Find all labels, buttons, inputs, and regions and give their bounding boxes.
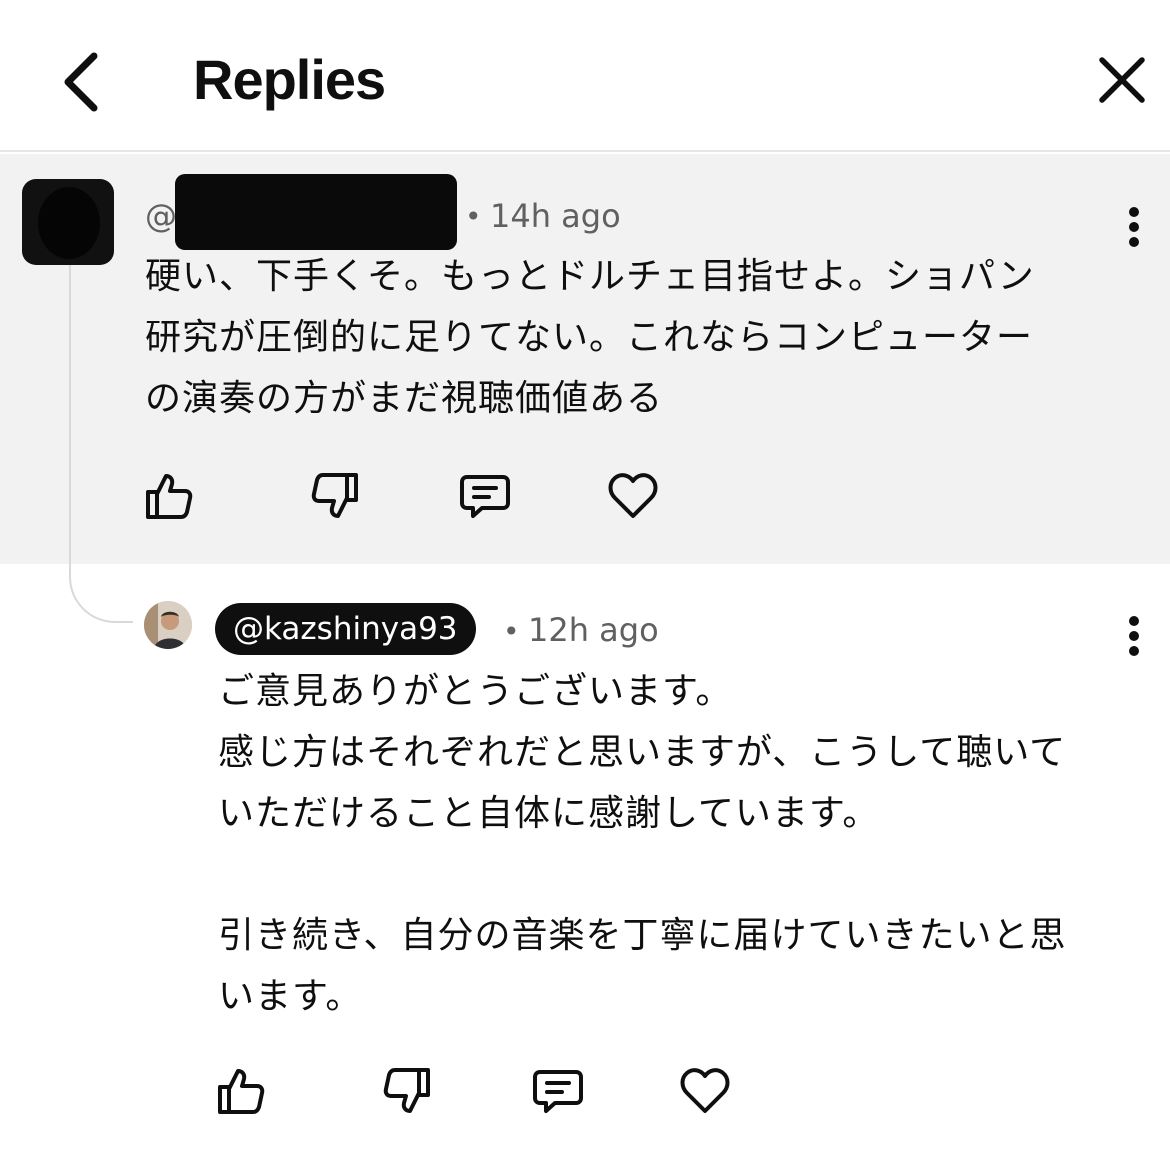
reply-heart-button[interactable] — [675, 1060, 735, 1120]
like-icon — [218, 1069, 265, 1114]
meta-separator: • — [465, 200, 482, 233]
reply-timestamp: 12h ago — [528, 611, 659, 649]
comment-line: います。 — [218, 976, 363, 1017]
comment-line: いただけること自体に感謝しています。 — [218, 793, 880, 834]
parent-timestamp: 14h ago — [490, 197, 621, 235]
reply-icon — [460, 475, 510, 518]
redacted-avatar — [22, 179, 114, 265]
more-vert-icon-dot — [1129, 237, 1139, 247]
dislike-icon — [311, 473, 358, 518]
parent-like-button[interactable] — [138, 465, 198, 525]
reply-dislike-button[interactable] — [378, 1060, 438, 1120]
parent-comment: @ • 14h ago 硬い、下手くそ。もっとドルチェ目指せよ。ショパン 研究が… — [0, 154, 1170, 564]
more-vert-icon — [1129, 616, 1139, 626]
chevron-left-icon — [64, 52, 98, 112]
heart-icon — [608, 473, 658, 518]
thread-connector — [69, 265, 133, 623]
reply-icon — [533, 1070, 583, 1113]
dislike-icon — [383, 1068, 430, 1113]
comment-line: ご意見ありがとうございます。 — [218, 671, 733, 712]
reply-comment-text: ご意見ありがとうございます。 感じ方はそれぞれだと思いますが、こうして聴いて い… — [218, 661, 1066, 1027]
more-vert-icon-dot — [1129, 631, 1139, 641]
close-button[interactable] — [1092, 50, 1152, 110]
reply-author-badge[interactable]: @kazshinya93 — [215, 603, 476, 655]
reply-like-button[interactable] — [210, 1060, 270, 1120]
reply-reply-button[interactable] — [528, 1060, 588, 1120]
parent-more-button[interactable] — [1114, 197, 1154, 257]
close-icon — [1099, 57, 1145, 103]
redacted-username — [175, 174, 457, 250]
meta-separator: • — [503, 615, 520, 648]
parent-comment-text: 硬い、下手くそ。もっとドルチェ目指せよ。ショパン 研究が圧倒的に足りてない。これ… — [145, 246, 1035, 429]
more-vert-icon-dot — [1129, 646, 1139, 656]
more-vert-icon — [1129, 207, 1139, 217]
comment-line: 硬い、下手くそ。もっとドルチェ目指せよ。ショパン — [145, 256, 1035, 297]
parent-reply-button[interactable] — [455, 465, 515, 525]
parent-dislike-button[interactable] — [306, 465, 366, 525]
replies-panel: Replies @ • 14h ago 硬い、下手くそ。もっとドルチェ目指せよ。… — [0, 0, 1170, 1172]
reply-more-button[interactable] — [1114, 606, 1154, 666]
page-title: Replies — [193, 48, 386, 111]
back-button[interactable] — [52, 42, 112, 122]
comment-line: の演奏の方がまだ視聴価値ある — [145, 378, 664, 419]
heart-icon — [680, 1068, 730, 1113]
like-icon — [146, 474, 193, 519]
avatar[interactable] — [144, 601, 192, 649]
avatar-photo — [144, 601, 192, 649]
replies-header: Replies — [0, 0, 1170, 152]
more-vert-icon-dot — [1129, 222, 1139, 232]
comment-line: 研究が圧倒的に足りてない。これならコンピューター — [145, 317, 1034, 358]
comment-blank-line — [218, 844, 1066, 905]
comment-line: 感じ方はそれぞれだと思いますが、こうして聴いて — [218, 732, 1067, 773]
parent-handle-prefix: @ — [145, 197, 177, 235]
comment-line: 引き続き、自分の音楽を丁寧に届けていきたいと思 — [218, 915, 1067, 956]
parent-heart-button[interactable] — [603, 465, 663, 525]
